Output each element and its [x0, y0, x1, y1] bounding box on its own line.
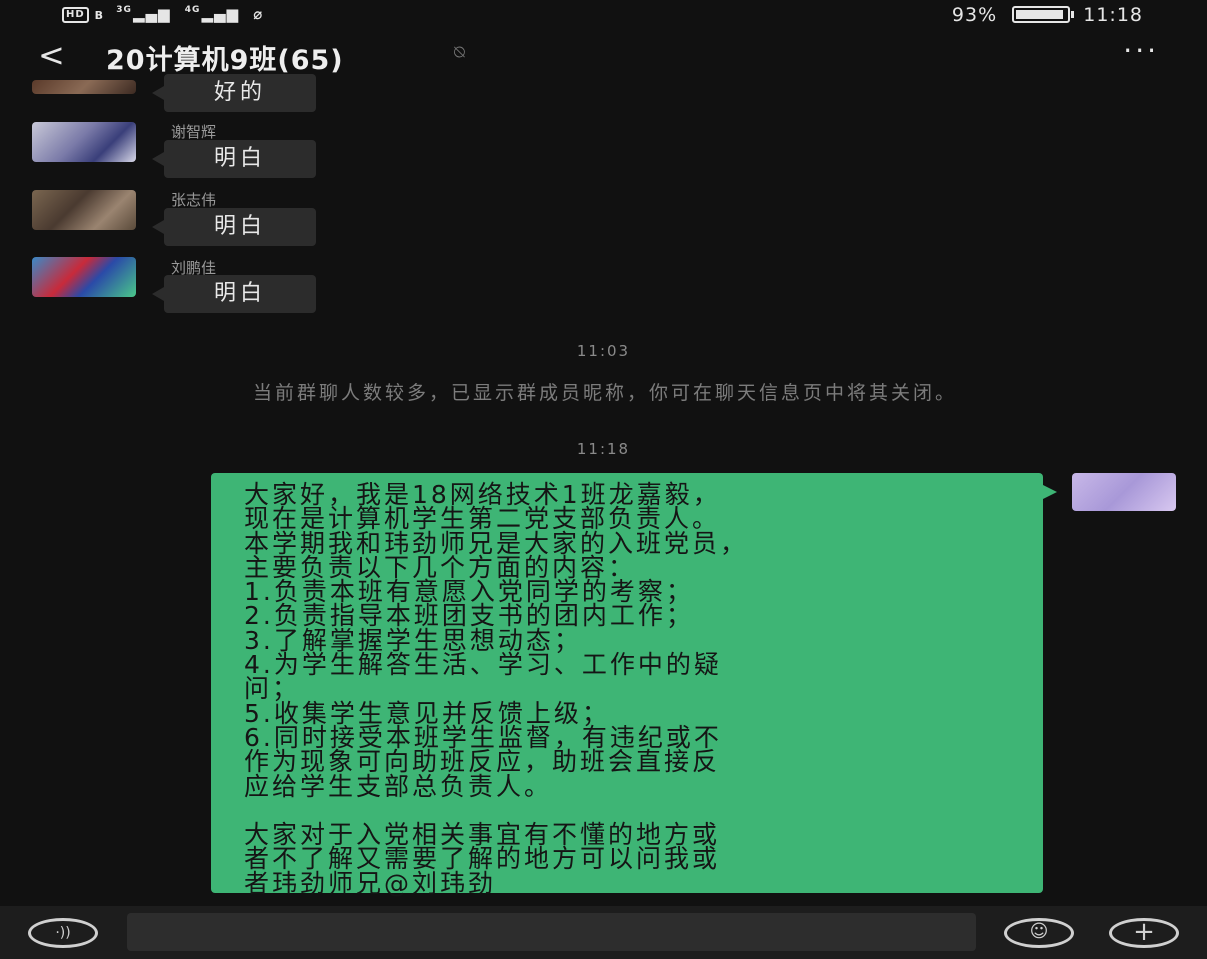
- avatar[interactable]: [32, 80, 136, 94]
- message-bubble[interactable]: 明白: [152, 208, 316, 246]
- bell-off-icon: ⍉: [454, 42, 465, 63]
- message-bubble[interactable]: 明白: [152, 140, 316, 178]
- battery-icon: [1012, 5, 1075, 23]
- back-icon[interactable]: <: [38, 36, 65, 74]
- sender-name: 张志伟: [171, 191, 217, 209]
- sim-label: B: [94, 9, 105, 22]
- avatar[interactable]: [32, 257, 136, 297]
- message-bubble[interactable]: 明白: [152, 275, 316, 313]
- battery-fill: [1016, 9, 1064, 19]
- hd-icon: HD: [62, 6, 89, 23]
- more-icon[interactable]: ···: [1123, 34, 1159, 67]
- voice-icon[interactable]: ·)): [28, 918, 98, 948]
- sender-name: 谢智辉: [171, 123, 217, 141]
- signal-icon: ▂▄▆: [201, 5, 240, 23]
- avatar[interactable]: [32, 122, 136, 162]
- avatar[interactable]: [32, 190, 136, 230]
- emoji-icon[interactable]: ☺: [1004, 918, 1074, 948]
- network-3g-label: 3G: [116, 5, 132, 15]
- message-bubble[interactable]: 好的: [152, 74, 316, 112]
- clock: 11:18: [1083, 4, 1143, 26]
- network-4g-label: 4G: [184, 5, 201, 15]
- chat-title: 20计算机9班(65): [106, 45, 344, 76]
- status-left: HD B 3G▂▄▆ 4G▂▄▆ ⌀: [62, 5, 263, 23]
- timestamp: 11:03: [576, 342, 631, 360]
- input-bar: ·)) ☺ +: [0, 906, 1207, 959]
- timestamp: 11:18: [576, 440, 631, 458]
- battery-percent: 93%: [951, 4, 998, 26]
- own-message-text: 大家好，我是18网络技术1班龙嘉毅， 现在是计算机学生第二党支部负责人。 本学期…: [244, 480, 749, 898]
- message-input[interactable]: [127, 913, 976, 951]
- own-message-bubble[interactable]: 大家好，我是18网络技术1班龙嘉毅， 现在是计算机学生第二党支部负责人。 本学期…: [211, 473, 1057, 898]
- alarm-off-icon: ⌀: [253, 5, 264, 23]
- plus-icon[interactable]: +: [1109, 918, 1179, 948]
- system-notice: 当前群聊人数较多，已显示群成员昵称，你可在聊天信息页中将其关闭。: [252, 382, 957, 404]
- status-right: 93% 11:18: [952, 4, 1143, 26]
- chat-header: < 20计算机9班(65) ⍉ ···: [0, 32, 1207, 80]
- signal-icon: ▂▄▆: [132, 5, 171, 23]
- status-bar: HD B 3G▂▄▆ 4G▂▄▆ ⌀ 93% 11:18: [0, 0, 1207, 32]
- own-avatar[interactable]: [1072, 473, 1176, 511]
